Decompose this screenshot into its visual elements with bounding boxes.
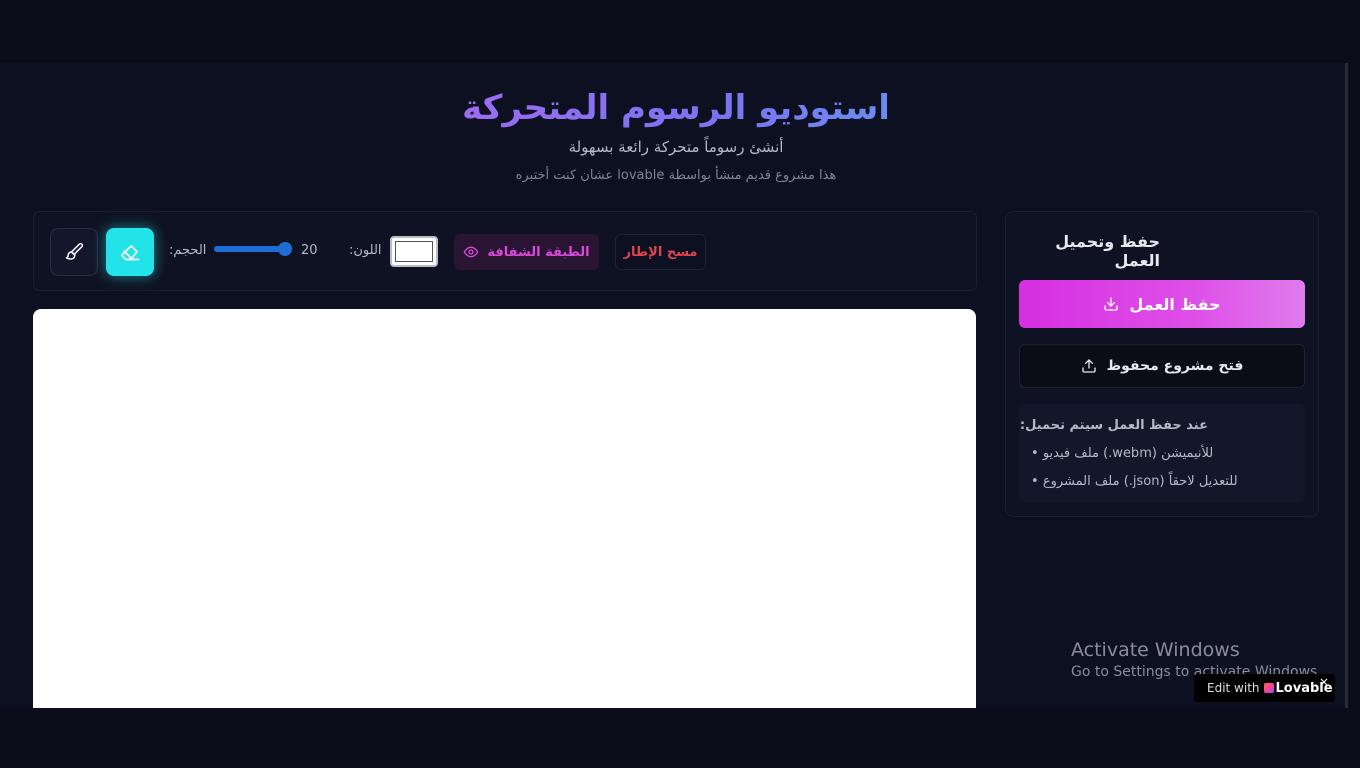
upload-icon xyxy=(1081,359,1096,373)
eraser-icon xyxy=(121,245,140,261)
save-info-line-project: • ملف المشروع (.json) للتعديل لاحقاً xyxy=(1031,474,1238,489)
drawing-toolbar: الحجم: 20 اللون: الطبقة الشفافة مسح الإط… xyxy=(33,211,977,291)
page-title: استوديو الرسوم المتحركة xyxy=(462,88,890,128)
page-subtitle: أنشئ رسوماً متحركة رائعة بسهولة xyxy=(568,138,784,156)
app-container: استوديو الرسوم المتحركة أنشئ رسوماً متحر… xyxy=(0,63,1347,708)
save-info-line-video: • ملف فيديو (.webm) للأنيميشن xyxy=(1031,446,1213,461)
eraser-tool-button[interactable] xyxy=(106,228,154,276)
save-info-video-purpose: للأنيميشن xyxy=(1161,446,1214,461)
color-label: اللون: xyxy=(349,243,382,258)
save-info-project-purpose: للتعديل لاحقاً xyxy=(1168,474,1238,489)
browser-bottom-area xyxy=(0,708,1360,768)
browser-top-area xyxy=(0,0,1360,63)
page-note: عشان كنت أختبره lovable هذا مشروع قديم م… xyxy=(515,168,837,183)
save-info-project-file: • ملف المشروع (.json) xyxy=(1031,474,1165,489)
lovable-badge[interactable]: Edit with Lovable × xyxy=(1194,674,1335,702)
color-swatch-fill xyxy=(395,241,433,262)
brush-size-label: الحجم: xyxy=(169,243,207,258)
save-load-panel: حفظ وتحميل العمل حفظ العمل فتح مشروع محف… xyxy=(1005,211,1319,517)
brush-tool-button[interactable] xyxy=(50,228,98,276)
color-picker[interactable] xyxy=(390,236,438,267)
onion-skin-label: الطبقة الشفافة xyxy=(487,244,590,260)
lovable-heart-icon xyxy=(1263,683,1274,693)
save-work-button[interactable]: حفظ العمل xyxy=(1019,280,1305,328)
save-info-box: عند حفظ العمل سيتم تحميل: • ملف فيديو (.… xyxy=(1019,404,1305,502)
lovable-badge-prefix: Edit with xyxy=(1207,681,1260,695)
open-project-label: فتح مشروع محفوظ xyxy=(1106,358,1244,374)
page-scrollbar[interactable] xyxy=(1347,63,1360,708)
save-info-title: عند حفظ العمل سيتم تحميل: xyxy=(1019,418,1208,433)
brush-size-slider-thumb[interactable] xyxy=(278,242,292,256)
save-info-video-file: • ملف فيديو (.webm) xyxy=(1031,446,1157,461)
lovable-badge-close-button[interactable]: × xyxy=(1319,675,1329,689)
clear-frame-button[interactable]: مسح الإطار xyxy=(615,234,706,270)
panel-title: حفظ وتحميل العمل xyxy=(1055,232,1160,270)
brush-size-value: 20 xyxy=(301,243,318,258)
onion-skin-button[interactable]: الطبقة الشفافة xyxy=(454,234,599,270)
open-project-button[interactable]: فتح مشروع محفوظ xyxy=(1019,344,1305,388)
lovable-badge-text: Edit with Lovable xyxy=(1207,681,1333,696)
watermark-title: Activate Windows xyxy=(1071,639,1240,661)
drawing-canvas[interactable] xyxy=(33,309,976,708)
save-work-label: حفظ العمل xyxy=(1129,294,1221,314)
download-icon xyxy=(1104,297,1119,311)
eye-icon xyxy=(464,246,479,258)
page-scrollbar-track[interactable] xyxy=(1345,63,1348,708)
paintbrush-icon xyxy=(65,242,84,260)
